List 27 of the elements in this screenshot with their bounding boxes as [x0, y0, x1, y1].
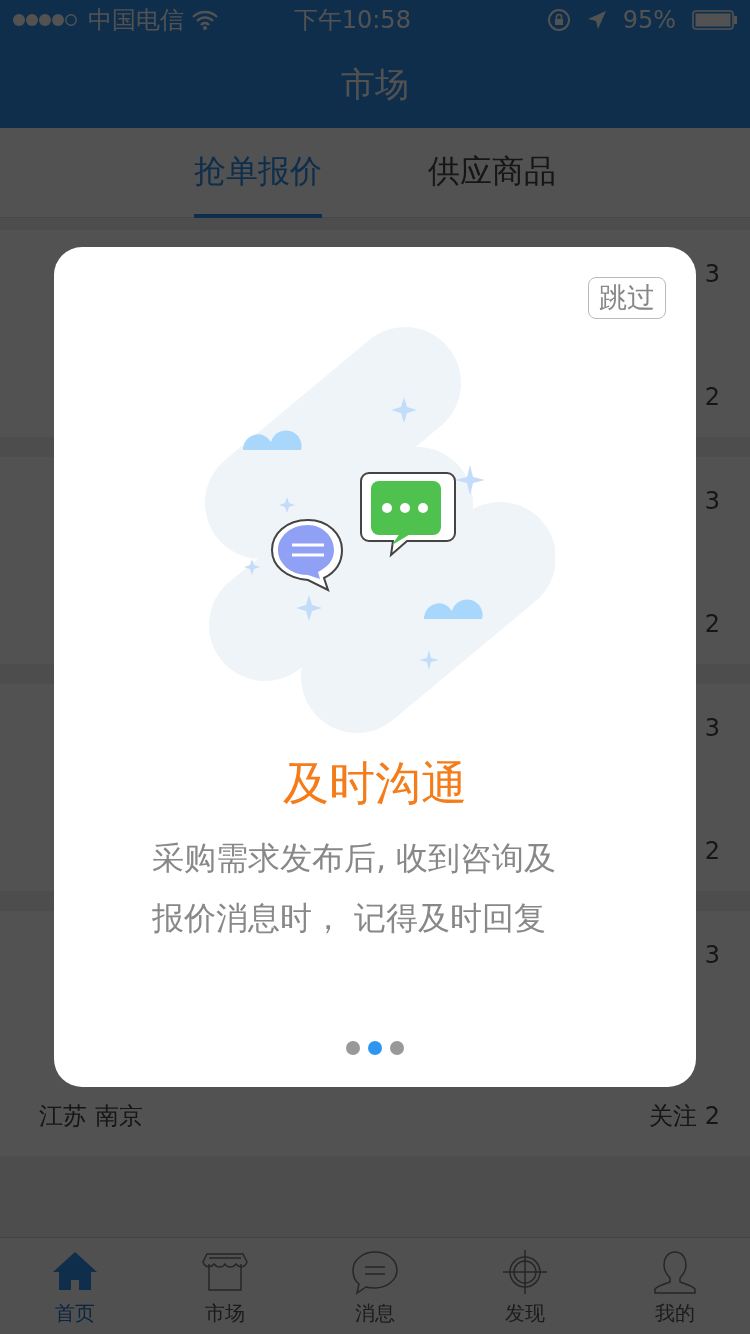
follow-count: 2: [704, 382, 720, 413]
description-line: 采购需求发布后, 收到咨询及: [152, 838, 558, 879]
battery-icon: [692, 10, 738, 30]
wifi-icon: [192, 10, 218, 30]
segment-tab[interactable]: 供应商品: [428, 128, 556, 218]
follow-count: 关注 2: [649, 1101, 720, 1132]
listing-date: 3: [704, 940, 720, 971]
person-icon: [651, 1250, 699, 1296]
status-time: 下午10:58: [293, 5, 411, 36]
tab-bar-item[interactable]: 首页: [0, 1238, 150, 1334]
listing-date: 3: [704, 259, 720, 290]
guide-title: 及时沟通: [282, 755, 468, 812]
location-arrow-icon: [586, 10, 607, 30]
crosshair-icon: [501, 1250, 549, 1296]
segment-tab[interactable]: 抢单报价: [194, 128, 322, 218]
follow-count: 2: [704, 836, 720, 867]
listing-date: 3: [704, 486, 720, 517]
listing-location: 江苏 南京: [39, 1101, 143, 1132]
chat-bubble-icon: [351, 1250, 399, 1296]
listing-date: 3: [704, 713, 720, 744]
follow-count: 2: [704, 609, 720, 640]
description-line: 报价消息时， 记得及时回复: [152, 898, 548, 939]
battery-percent: 95%: [622, 5, 676, 36]
signal-icon: [12, 13, 80, 27]
skip-button[interactable]: 跳过: [588, 277, 666, 319]
page-title: 市场: [341, 62, 409, 106]
carrier-name: 中国电信: [88, 5, 184, 36]
